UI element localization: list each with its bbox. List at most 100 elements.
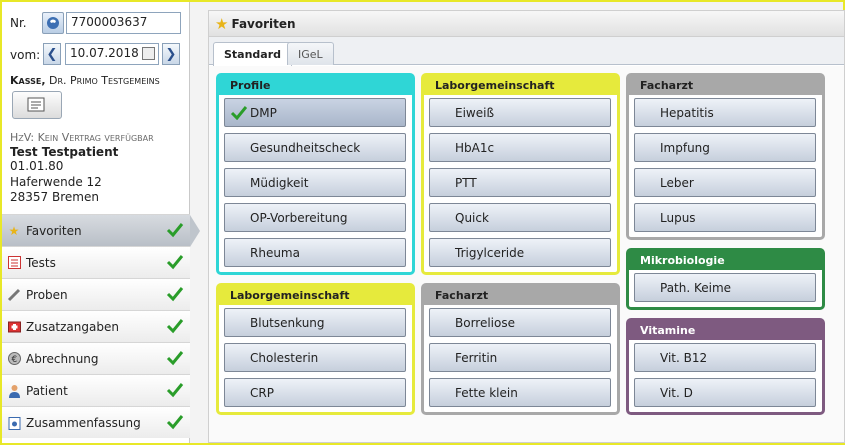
nav-item-proben[interactable]: Proben (2, 278, 190, 310)
svg-text:€: € (11, 355, 17, 365)
date-next-button[interactable]: ❯ (162, 43, 180, 65)
fav-button-blutsenkung[interactable]: Blutsenkung (224, 308, 406, 337)
check-icon (230, 106, 247, 120)
group-title: Vitamine (629, 321, 822, 340)
fav-label: CRP (250, 385, 274, 400)
list-icon (6, 255, 22, 271)
fav-button-ferritin[interactable]: Ferritin (429, 343, 611, 372)
fav-button-dmp[interactable]: DMP (224, 98, 406, 127)
fav-button-hba1c[interactable]: HbA1c (429, 133, 611, 162)
nav-label: Proben (26, 287, 68, 302)
fav-label: DMP (250, 105, 277, 120)
fav-button-quick[interactable]: Quick (429, 203, 611, 232)
kasse-prefix: Kasse, (10, 74, 46, 87)
fav-button-impfung[interactable]: Impfung (634, 133, 816, 162)
tab-standard[interactable]: Standard (213, 42, 293, 66)
group-title: Laborgemeinschaft (219, 286, 412, 305)
nav-item-zusammenfassung[interactable]: Zusammenfassung (2, 406, 190, 438)
check-icon (166, 383, 184, 398)
vom-label: vom: (10, 48, 41, 62)
fav-label: Lupus (660, 210, 696, 225)
nav-item-abrechnung[interactable]: € Abrechnung (2, 342, 190, 374)
panel-header: ★ Favoriten (209, 11, 844, 37)
fav-label: PTT (455, 175, 477, 190)
insurance-card-button[interactable] (12, 91, 62, 119)
chevron-left-icon: ❮ (46, 46, 58, 62)
fav-button-trigylceride[interactable]: Trigylceride (429, 238, 611, 267)
fav-label: OP-Vorbereitung (250, 210, 348, 225)
patient-dob: 01.01.80 (10, 159, 64, 173)
fav-label: Leber (660, 175, 694, 190)
patient-city: 28357 Bremen (10, 190, 99, 204)
fav-button-hepatitis[interactable]: Hepatitis (634, 98, 816, 127)
group-facharzt: Facharzt Hepatitis Impfung Leber Lupus (626, 73, 825, 240)
medkit-icon (6, 319, 22, 335)
syringe-icon (6, 287, 22, 303)
group-title: Profile (219, 76, 412, 95)
nav-label: Tests (26, 255, 56, 270)
fav-button-fette-klein[interactable]: Fette klein (429, 378, 611, 407)
check-icon (166, 319, 184, 334)
check-icon (166, 415, 184, 430)
nav-item-patient[interactable]: Patient (2, 374, 190, 406)
star-icon: ★ (8, 223, 20, 238)
date-field[interactable]: 10.07.2018 (65, 43, 159, 65)
group-profile: Profile DMP Gesundheitscheck Müdigkeit O… (216, 73, 415, 275)
hzv-status: HzV: Kein Vertrag verfügbar (10, 131, 154, 144)
fav-button-gesundheitscheck[interactable]: Gesundheitscheck (224, 133, 406, 162)
card-icon (27, 97, 45, 112)
date-prev-button[interactable]: ❮ (43, 43, 61, 65)
nav-label: Zusatzangaben (26, 319, 119, 334)
fav-label: Müdigkeit (250, 175, 309, 190)
fav-button-eiweiss[interactable]: Eiweiß (429, 98, 611, 127)
fav-button-path-keime[interactable]: Path. Keime (634, 273, 816, 302)
patient-number-field[interactable]: 7700003637 (66, 12, 181, 34)
fav-button-cholesterin[interactable]: Cholesterin (224, 343, 406, 372)
check-icon (166, 255, 184, 270)
nav-item-tests[interactable]: Tests (2, 246, 190, 278)
patient-name: Test Testpatient (10, 145, 119, 159)
fav-button-rheuma[interactable]: Rheuma (224, 238, 406, 267)
group-title: Laborgemeinschaft (424, 76, 617, 95)
fav-button-ptt[interactable]: PTT (429, 168, 611, 197)
fav-label: Trigylceride (455, 245, 525, 260)
fav-label: Borreliose (455, 315, 515, 330)
kasse-text: Dr. Primo Testgemeins (45, 74, 160, 87)
fav-label: Blutsenkung (250, 315, 325, 330)
calendar-icon[interactable] (142, 47, 155, 60)
nav-label: Abrechnung (26, 351, 99, 366)
fav-label: HbA1c (455, 140, 495, 155)
tab-igel[interactable]: IGeL (287, 42, 334, 65)
check-icon (166, 287, 184, 302)
fav-label: Fette klein (455, 385, 518, 400)
fav-button-vit-b12[interactable]: Vit. B12 (634, 343, 816, 372)
fav-button-lupus[interactable]: Lupus (634, 203, 816, 232)
group-facharzt-2: Facharzt Borreliose Ferritin Fette klein (421, 283, 620, 415)
fav-label: Hepatitis (660, 105, 714, 120)
fav-button-borreliose[interactable]: Borreliose (429, 308, 611, 337)
favorites-groups: Profile DMP Gesundheitscheck Müdigkeit O… (209, 66, 844, 442)
group-title: Facharzt (629, 76, 822, 95)
panel-title: Favoriten (231, 16, 296, 31)
person-icon (6, 383, 22, 399)
nr-label: Nr. (10, 16, 27, 30)
fav-button-op-vorbereitung[interactable]: OP-Vorbereitung (224, 203, 406, 232)
group-laborgemeinschaft: Laborgemeinschaft Eiweiß HbA1c PTT Quick… (421, 73, 620, 275)
active-arrow (190, 215, 200, 247)
fav-label: Rheuma (250, 245, 300, 260)
nav-item-zusatzangaben[interactable]: Zusatzangaben (2, 310, 190, 342)
nav-label: Favoriten (26, 223, 82, 238)
star-icon: ★ (215, 14, 229, 33)
fav-button-vit-d[interactable]: Vit. D (634, 378, 816, 407)
chevron-right-icon: ❯ (165, 46, 177, 62)
phone-icon (47, 17, 59, 29)
patient-lookup-button[interactable] (42, 12, 64, 34)
fav-button-crp[interactable]: CRP (224, 378, 406, 407)
group-title: Mikrobiologie (629, 251, 822, 270)
tab-bar: Standard IGeL (209, 37, 844, 66)
fav-button-muedigkeit[interactable]: Müdigkeit (224, 168, 406, 197)
nav-item-favoriten[interactable]: ★ Favoriten (2, 214, 200, 247)
fav-label: Vit. B12 (660, 350, 708, 365)
fav-label: Quick (455, 210, 489, 225)
fav-button-leber[interactable]: Leber (634, 168, 816, 197)
